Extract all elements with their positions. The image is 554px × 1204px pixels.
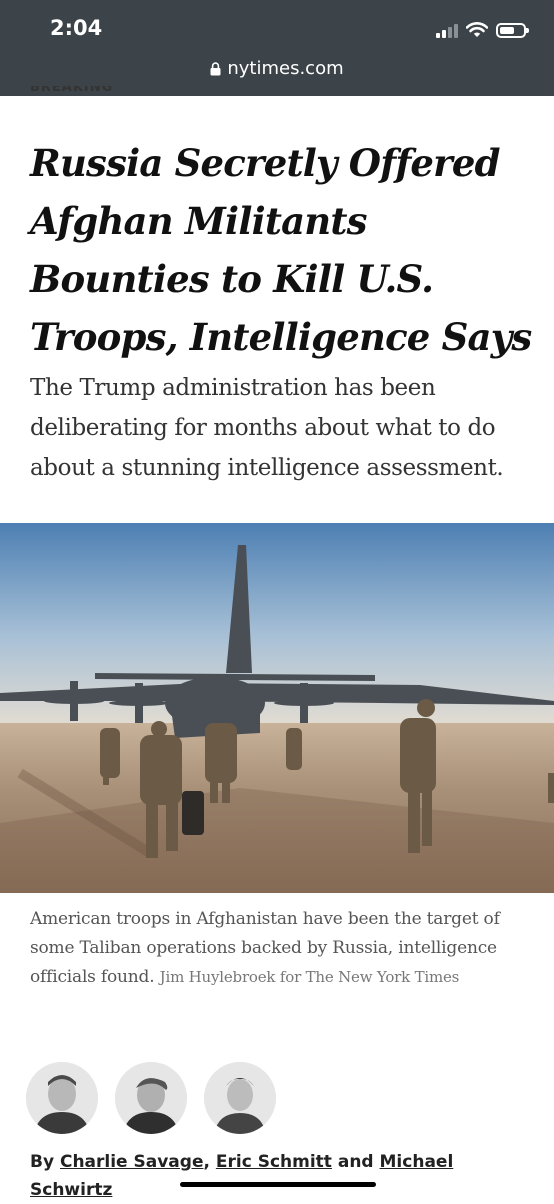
byline: By Charlie Savage, Eric Schmitt and Mich… bbox=[30, 1148, 530, 1204]
wifi-icon bbox=[466, 22, 488, 37]
lead-photo[interactable] bbox=[0, 523, 554, 893]
byline-prefix: By bbox=[30, 1152, 55, 1172]
status-icons bbox=[436, 18, 529, 42]
status-time: 2:04 bbox=[50, 16, 103, 40]
lead-photo-illustration bbox=[0, 523, 554, 893]
home-indicator[interactable] bbox=[180, 1182, 376, 1187]
lock-icon bbox=[210, 62, 221, 76]
browser-top-bar: 2:04 nytimes.com bbox=[0, 0, 554, 96]
photo-credit: Jim Huylebroek for The New York Times bbox=[159, 968, 460, 986]
battery-icon bbox=[496, 22, 529, 38]
byline-separator: , bbox=[203, 1152, 210, 1172]
avatar[interactable] bbox=[115, 1062, 187, 1134]
article-summary: The Trump administration has been delibe… bbox=[30, 375, 504, 481]
author-link-charlie-savage[interactable]: Charlie Savage bbox=[60, 1152, 204, 1172]
url-bar[interactable]: nytimes.com bbox=[0, 58, 554, 79]
byline-and: and bbox=[337, 1152, 374, 1172]
kicker: BREAKING bbox=[30, 86, 140, 98]
kicker-label: BREAKING bbox=[30, 86, 114, 95]
avatar[interactable] bbox=[26, 1062, 98, 1134]
author-avatars bbox=[26, 1062, 276, 1134]
article-headline: Russia Secretly Offered Afghan Militants… bbox=[30, 141, 532, 359]
signal-icon bbox=[436, 22, 458, 38]
url-text: nytimes.com bbox=[227, 58, 344, 79]
author-link-eric-schmitt[interactable]: Eric Schmitt bbox=[216, 1152, 332, 1172]
avatar[interactable] bbox=[204, 1062, 276, 1134]
photo-caption: American troops in Afghanistan have been… bbox=[30, 905, 530, 992]
